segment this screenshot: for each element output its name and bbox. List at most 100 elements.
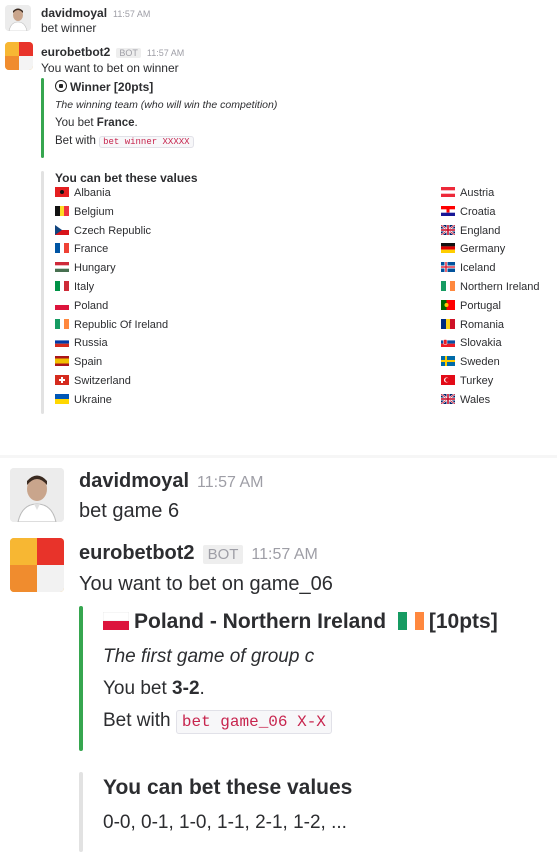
values-list-text: 0-0, 0-1, 1-0, 1-1, 2-1, 1-2, ... — [103, 812, 347, 833]
team-option: Slovakia — [441, 337, 502, 349]
team-option: Czech Republic — [55, 224, 151, 237]
uk-flag-icon — [440, 392, 456, 405]
poland-flag-icon — [55, 299, 69, 310]
message-text: bet game 6 — [79, 500, 180, 522]
team-option: Romania — [441, 318, 505, 331]
team-option: Sweden — [441, 356, 500, 368]
team-name: Wales — [460, 393, 491, 406]
poland-flag-icon — [102, 611, 130, 630]
team-option: Portugal — [441, 299, 501, 312]
message-text: You want to bet on game_06 — [79, 573, 333, 595]
team-name: Northern Ireland — [460, 281, 540, 293]
italy-flag-icon — [55, 281, 69, 291]
attachment-color-bar — [41, 78, 44, 158]
you-bet-line: You bet 3-2. — [103, 678, 205, 699]
team-option: Ukraine — [55, 393, 112, 406]
croatia-flag-icon — [441, 205, 455, 216]
team-name: Turkey — [460, 375, 494, 387]
team-name: Sweden — [460, 356, 500, 369]
team-option: Italy — [55, 281, 94, 293]
bet-command-code[interactable]: bet game_06 X-X — [175, 710, 332, 734]
team-option: Iceland — [441, 262, 495, 274]
username[interactable]: davidmoyal — [41, 6, 107, 20]
values-header: You can bet these values — [103, 776, 353, 799]
bot-badge: BOT — [202, 545, 244, 564]
hungary-flag-icon — [55, 262, 69, 273]
team-name: Austria — [460, 187, 495, 199]
attachment-color-bar — [79, 606, 83, 751]
message-header: davidmoyal 11:57 AM — [41, 4, 150, 22]
team-option: Spain — [55, 356, 102, 368]
team-name: Spain — [74, 356, 103, 369]
switzerland-flag-icon — [55, 375, 69, 385]
username[interactable]: eurobetbot2 — [79, 542, 195, 564]
user-avatar[interactable] — [5, 5, 31, 31]
ireland-flag-icon — [397, 612, 424, 630]
team-option: Hungary — [55, 262, 116, 274]
bot-badge: BOT — [116, 48, 141, 58]
team-name: Romania — [460, 318, 505, 331]
uk-flag-icon — [440, 223, 456, 236]
france-flag-icon — [55, 243, 69, 254]
bottom-conversation-panel: davidmoyal 11:57 AM bet game 6 eurobetbot… — [0, 462, 557, 862]
values-attachment: You can bet these values Albania Belgium C… — [41, 171, 556, 414]
team-name: Republic Of Ireland — [74, 318, 169, 331]
team-name: Slovakia — [460, 337, 502, 350]
bet-command-code[interactable]: bet winner XXXXX — [99, 136, 194, 148]
ireland-flag-icon — [441, 281, 455, 291]
timestamp[interactable]: 11:57 AM — [251, 546, 317, 563]
albania-flag-icon — [55, 187, 69, 197]
panel-divider — [0, 455, 557, 458]
timestamp[interactable]: 11:57 AM — [113, 9, 150, 19]
attachment-points: [10pts] — [428, 610, 498, 633]
team-name: England — [460, 224, 501, 237]
bot-avatar[interactable] — [5, 42, 33, 70]
team-option: Wales — [440, 392, 491, 406]
message-text: You want to bet on winner — [41, 61, 179, 75]
team-option: Republic Of Ireland — [55, 318, 169, 331]
romania-flag-icon — [441, 318, 455, 329]
timestamp[interactable]: 11:57 AM — [147, 48, 184, 58]
belgium-flag-icon — [55, 205, 69, 216]
team-name: Croatia — [460, 205, 496, 218]
timestamp[interactable]: 11:57 AM — [197, 474, 263, 491]
team-name: Switzerland — [74, 375, 131, 387]
message-header: eurobetbot2 BOT 11:57 AM — [79, 542, 318, 565]
attachment-title: Winner [20pts] — [55, 80, 153, 94]
team-name: Poland — [74, 299, 109, 312]
message-header: eurobetbot2 BOT 11:57 AM — [41, 43, 184, 61]
team-name: Portugal — [460, 299, 501, 312]
slovakia-flag-icon — [441, 337, 455, 348]
team-option: England — [440, 223, 501, 237]
team-option: Belgium — [55, 205, 114, 218]
team-name: Ukraine — [74, 393, 112, 406]
attachment-title: Poland - Northern Ireland [10pts] — [102, 610, 498, 634]
ireland-flag-icon — [55, 318, 69, 329]
bet-with-line: Bet with bet game_06 X-X — [103, 710, 332, 734]
current-bet-value: 3-2 — [172, 678, 200, 699]
bet-with-line: Bet with bet winner XXXXX — [55, 135, 194, 148]
bot-avatar[interactable] — [10, 538, 64, 592]
attachment-description: The first game of group c — [103, 646, 315, 667]
team-name: Russia — [74, 337, 108, 350]
team-option: Albania — [55, 187, 111, 199]
top-conversation-panel: davidmoyal 11:57 AM bet winner eurobetbot… — [0, 0, 557, 452]
username[interactable]: davidmoyal — [79, 470, 189, 492]
user-avatar[interactable] — [10, 468, 64, 522]
team-option: Poland — [55, 299, 109, 312]
austria-flag-icon — [441, 187, 455, 197]
turkey-flag-icon — [441, 375, 455, 385]
czech-flag-icon — [55, 224, 69, 235]
values-header: You can bet these values — [55, 171, 198, 185]
attachment-description: The winning team (who will win the compe… — [55, 99, 278, 111]
team-option: Austria — [441, 187, 494, 199]
current-bet-value: France — [96, 117, 135, 129]
iceland-flag-icon — [441, 262, 455, 273]
team-name: Germany — [460, 243, 506, 256]
team-name: Iceland — [460, 262, 496, 275]
germany-flag-icon — [441, 243, 455, 254]
values-attachment: You can bet these values 0-0, 0-1, 1-0, … — [79, 772, 549, 852]
username[interactable]: eurobetbot2 — [41, 45, 110, 59]
bet-attachment: Winner [20pts] The winning team (who wil… — [41, 78, 341, 158]
team-option: Croatia — [441, 205, 496, 218]
